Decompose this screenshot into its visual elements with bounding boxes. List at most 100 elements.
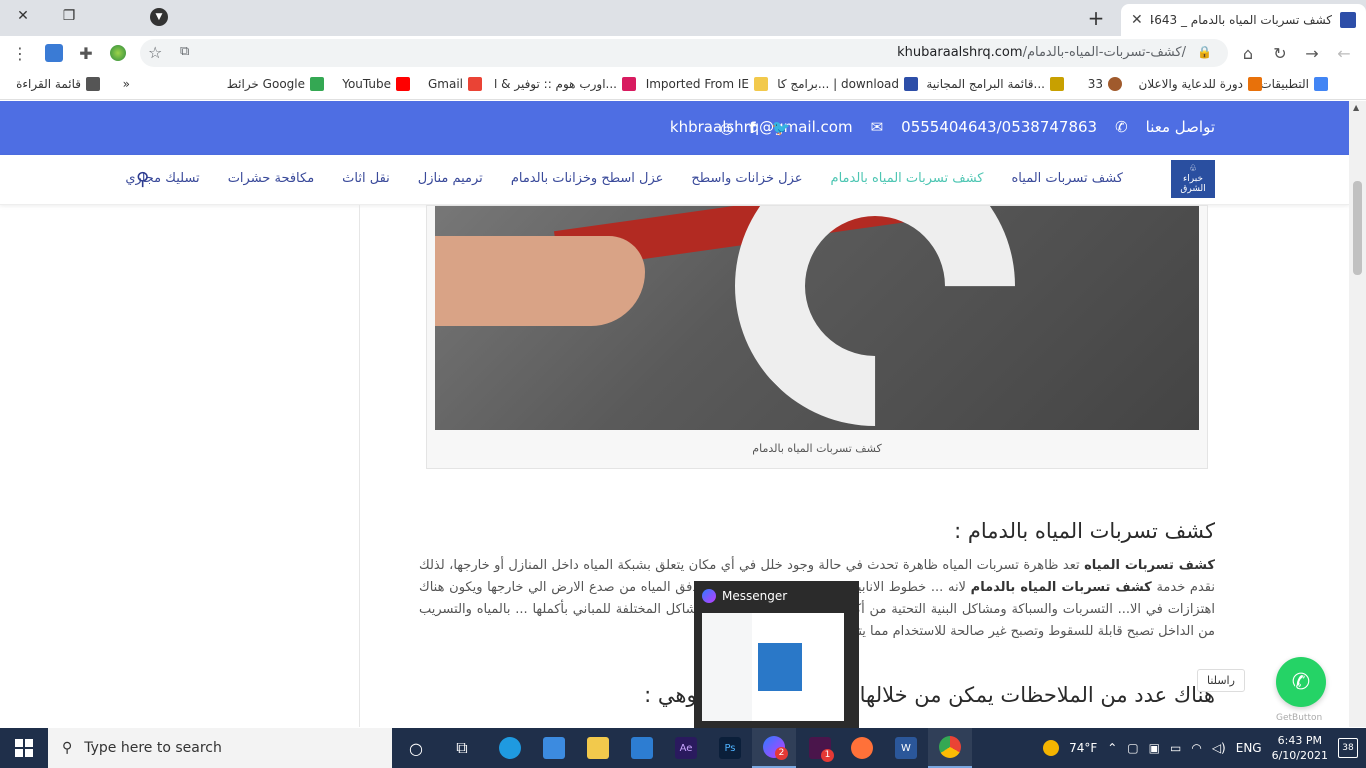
forward-arrow-icon[interactable]: ← (1332, 41, 1356, 65)
b-logo-icon (1050, 77, 1064, 91)
volume-icon[interactable]: ◁) (1212, 741, 1226, 755)
phone-numbers[interactable]: 0555404643/0538747863 (901, 118, 1097, 136)
getbutton-credit[interactable]: GetButton (1276, 713, 1322, 723)
menu-kebab-icon[interactable]: ⋮ (8, 41, 32, 65)
viber-badge: 2 (775, 747, 788, 760)
store-icon[interactable] (532, 728, 576, 768)
search-icon[interactable]: ⚲ (136, 169, 149, 190)
nav-item-home-restoration[interactable]: ترميم منازل (418, 171, 483, 186)
profile-avatar-icon[interactable] (42, 41, 66, 65)
new-tab-button[interactable]: + (1082, 4, 1110, 32)
nav-item-leak-detection-dammam[interactable]: كشف تسربات المياه بالدمام (831, 171, 984, 186)
window-close-button[interactable]: ✕ (0, 0, 46, 32)
url-text: khubaraalshrq.com/كشف-تسربات-المياه-بالد… (897, 45, 1186, 60)
bookmark-reading-list[interactable]: قائمة القراءة (16, 77, 100, 91)
messenger-icon (702, 589, 716, 603)
folder-icon (754, 77, 768, 91)
language-indicator[interactable]: ENG (1236, 741, 1262, 755)
address-bar[interactable]: ☆ ⧉ khubaraalshrq.com/كشف-تسربات-المياه-… (140, 39, 1228, 67)
nav-item-leak-detection[interactable]: كشف تسربات المياه (1012, 171, 1124, 186)
apps-grid-icon (1314, 77, 1328, 91)
viber-icon[interactable]: 2 (752, 728, 796, 768)
tab-title: كشف تسربات المياه بالدمام _ 4643 (1151, 13, 1332, 27)
lock-icon[interactable]: 🔒 (1197, 45, 1212, 59)
active-tab[interactable]: كشف تسربات المياه بالدمام _ 4643 ✕ (1121, 4, 1366, 36)
nav-item-furniture-moving[interactable]: نقل اثاث (342, 171, 390, 186)
after-effects-icon[interactable]: Ae (664, 728, 708, 768)
article-subheading: هناك عدد من الملاحظات يمكن من خلالها ...… (644, 683, 1215, 707)
grid-logo-icon (904, 77, 918, 91)
bookmark-apps[interactable]: التطبيقات (1260, 77, 1328, 91)
task-view-icon[interactable]: ⧉ (440, 728, 484, 768)
bookmarks-overflow-chevron[interactable]: » (123, 77, 130, 91)
tray-device-icon[interactable]: ▢ (1127, 741, 1138, 755)
extension-globe-icon[interactable] (106, 41, 130, 65)
wifi-icon[interactable]: ◠ (1191, 741, 1201, 755)
cortana-icon[interactable]: ○ (394, 728, 438, 768)
start-button[interactable] (0, 728, 48, 768)
maps-pin-icon (310, 77, 324, 91)
weather-temp[interactable]: 74°F (1069, 741, 1097, 755)
bookmark-ad-course[interactable]: دورة للدعاية والاعلان (1139, 77, 1262, 91)
messenger-preview[interactable]: Messenger (694, 581, 859, 728)
whatsapp-tooltip: راسلنا (1197, 669, 1245, 692)
twitter-icon[interactable]: 🐦 (772, 119, 791, 137)
building-logo-icon (758, 643, 802, 691)
messenger-thumbnail[interactable] (702, 613, 844, 721)
contact-label: تواصل معنا (1145, 118, 1215, 136)
bookmark-orb-home[interactable]: اورب هوم :: توفير & ا... (494, 77, 636, 91)
whatsapp-button[interactable]: ✆ (1276, 657, 1326, 707)
tray-battery-icon[interactable]: ▭ (1170, 741, 1181, 755)
instagram-icon[interactable]: ◎ (720, 119, 733, 137)
scroll-up-icon[interactable]: ▲ (1353, 103, 1359, 112)
photoshop-icon[interactable]: Ps (708, 728, 752, 768)
site-topbar: تواصل معنا ✆ 0555404643/0538747863 ✉ khb… (0, 101, 1349, 155)
page-scrollbar[interactable]: ▲ (1349, 101, 1366, 727)
edge-icon[interactable] (488, 728, 532, 768)
tray-display-icon[interactable]: ▣ (1149, 741, 1160, 755)
slack-badge: 1 (821, 749, 834, 762)
preview-title: Messenger (702, 589, 787, 603)
logo-leaf-icon: ♧ (1188, 164, 1198, 174)
clock[interactable]: 6:43 PM 6/10/2021 (1272, 733, 1328, 763)
bookmark-star-icon[interactable]: ☆ (148, 43, 162, 62)
tab-close-icon[interactable]: ✕ (1131, 12, 1143, 28)
sidebar-divider (359, 205, 360, 727)
tab-search-icon[interactable]: ▼ (150, 8, 168, 26)
bookmark-google-maps[interactable]: خرائط Google (227, 77, 324, 91)
file-explorer-icon[interactable] (576, 728, 620, 768)
notification-center-icon[interactable]: 38 (1338, 738, 1358, 758)
extensions-puzzle-icon[interactable]: ✚ (74, 41, 98, 65)
phone-icon: ✆ (1115, 118, 1128, 136)
weather-sun-icon[interactable] (1043, 740, 1060, 756)
window-restore-button[interactable]: ❐ (46, 0, 92, 32)
chrome-icon[interactable] (928, 728, 972, 768)
reload-icon[interactable]: ↻ (1268, 41, 1292, 65)
tab-strip: ✕ ❐ ▼ + كشف تسربات المياه بالدمام _ 4643… (0, 0, 1366, 36)
bookmark-33[interactable]: 33 (1088, 77, 1122, 91)
windows-logo-icon (15, 739, 33, 757)
slack-icon[interactable]: 1 (798, 728, 842, 768)
word-icon[interactable]: W (884, 728, 928, 768)
bookmark-download[interactable]: برامج كا... | download (777, 77, 918, 91)
home-icon[interactable]: ⌂ (1236, 41, 1260, 65)
nav-item-pest-control[interactable]: مكافحة حشرات (228, 171, 314, 186)
nav-item-tank-insulation[interactable]: عزل خزانات واسطح (691, 171, 802, 186)
mail-icon: ✉ (870, 118, 884, 136)
tray-chevron-icon[interactable]: ⌃ (1107, 741, 1117, 755)
taskbar-search-input[interactable]: ⚲ Type here to search (48, 728, 392, 768)
bookmark-gmail[interactable]: Gmail (428, 77, 482, 91)
nav-item-roof-insulation-dammam[interactable]: عزل اسطح وخزانات بالدمام (511, 171, 664, 186)
scrollbar-thumb[interactable] (1353, 181, 1362, 275)
firefox-icon[interactable] (840, 728, 884, 768)
bookmark-youtube[interactable]: YouTube (342, 77, 410, 91)
facebook-icon[interactable]: f (749, 119, 756, 137)
mail-app-icon[interactable] (620, 728, 664, 768)
whatsapp-icon: ✆ (1291, 669, 1311, 695)
back-arrow-icon[interactable]: → (1300, 41, 1324, 65)
site-logo[interactable]: ♧ خبراء الشرق (1171, 160, 1215, 198)
bookmark-imported-ie[interactable]: Imported From IE (646, 77, 768, 91)
social-links: 🐦 f ◎ (720, 119, 790, 137)
bookmark-free-programs[interactable]: قائمة البرامج المجانية... (926, 77, 1064, 91)
cast-icon[interactable]: ⧉ (180, 44, 189, 59)
